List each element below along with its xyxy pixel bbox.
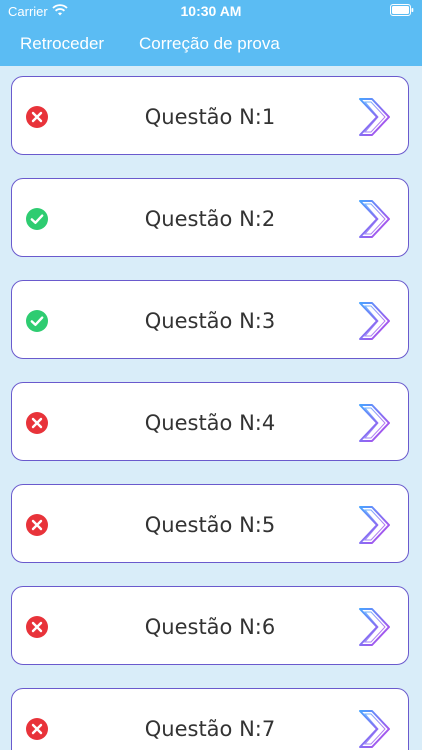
question-label: Questão N:7 xyxy=(144,717,276,741)
chevron-right-icon[interactable] xyxy=(356,709,392,749)
chevron-right-icon[interactable] xyxy=(356,607,392,647)
navigation-bar: Retroceder Correção de prova xyxy=(0,22,422,66)
questions-list[interactable]: Questão N:1 Questão N:2 Questão N:3 Questão… xyxy=(0,66,422,750)
chevron-right-icon[interactable] xyxy=(356,199,392,239)
chevron-right-icon[interactable] xyxy=(356,403,392,443)
question-label: Questão N:5 xyxy=(144,513,276,537)
battery-icon xyxy=(390,4,414,16)
question-row[interactable]: Questão N:1 xyxy=(11,76,409,155)
status-bar: Carrier 10:30 AM xyxy=(0,0,422,22)
question-row[interactable]: Questão N:7 xyxy=(11,688,409,750)
chevron-right-icon[interactable] xyxy=(356,505,392,545)
chevron-right-icon[interactable] xyxy=(356,301,392,341)
question-row[interactable]: Questão N:3 xyxy=(11,280,409,359)
question-label: Questão N:4 xyxy=(144,411,276,435)
page-title: Correção de prova xyxy=(139,34,280,53)
question-label: Questão N:6 xyxy=(144,615,276,639)
clock: 10:30 AM xyxy=(180,3,242,19)
question-label: Questão N:2 xyxy=(144,207,276,231)
question-row[interactable]: Questão N:5 xyxy=(11,484,409,563)
question-row[interactable]: Questão N:4 xyxy=(11,382,409,461)
question-label: Questão N:3 xyxy=(144,309,276,333)
question-row[interactable]: Questão N:2 xyxy=(11,178,409,257)
question-row[interactable]: Questão N:6 xyxy=(11,586,409,665)
question-label: Questão N:1 xyxy=(144,105,276,129)
chevron-right-icon[interactable] xyxy=(356,97,392,137)
back-button[interactable]: Retroceder xyxy=(20,34,104,54)
